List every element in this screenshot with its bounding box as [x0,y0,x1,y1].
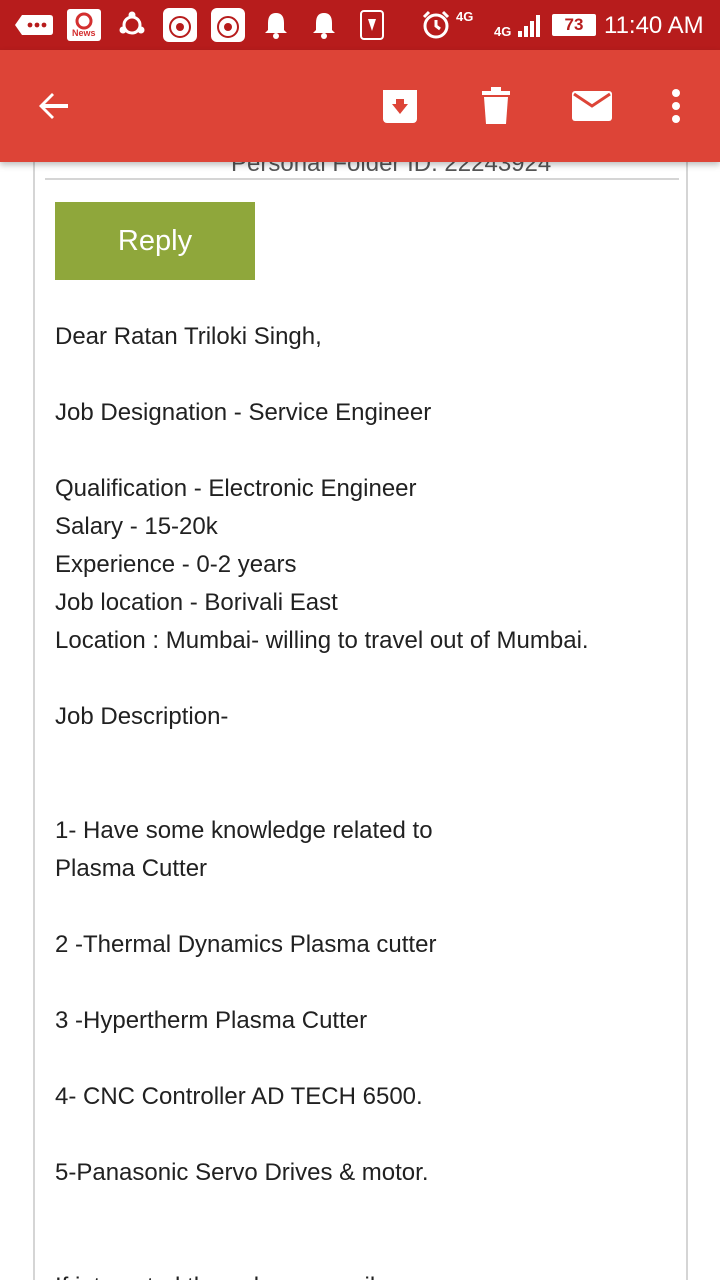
job-location: Job location - Borivali East [55,589,338,616]
job-designation: Job Designation - Service Engineer [55,399,432,426]
mail-icon [572,91,612,121]
news-app-icon: News [66,8,102,42]
app-badge-icon [210,7,246,43]
arrow-back-icon [39,93,68,119]
back-button[interactable] [24,76,84,136]
mark-unread-button[interactable] [562,76,622,136]
status-bar: News 4G 4G 73 11:40 AM [0,0,720,50]
closing-text-partial: If interested then please email [55,1268,675,1280]
signal-icon [514,9,548,41]
status-time: 11:40 AM [604,12,704,39]
requirement-item: 4- CNC Controller AD TECH 6500. [55,1083,423,1110]
battery-indicator: 73 [552,14,596,36]
experience: Experience - 0-2 years [55,551,297,578]
email-toolbar [0,50,720,162]
reply-button[interactable]: Reply [55,202,255,280]
greeting: Dear Ratan Triloki Singh, [55,323,322,350]
requirement-item: Plasma Cutter [55,855,208,882]
more-options-button[interactable] [646,76,706,136]
alarm-icon [420,9,454,41]
location: Location : Mumbai- willing to travel out… [55,627,589,654]
requirement-item: 2 -Thermal Dynamics Plasma cutter [55,931,437,958]
qualification: Qualification - Electronic Engineer [55,475,417,502]
email-body: Dear Ratan Triloki Singh, Job Designatio… [55,318,675,1280]
app-badge-icon [162,7,198,43]
bell-icon [308,9,342,41]
more-vert-icon [672,89,680,123]
requirement-item: 3 -Hypertherm Plasma Cutter [55,1007,368,1034]
chat-bubble-icon [14,9,53,41]
requirement-item: 5-Panasonic Servo Drives & motor. [55,1159,429,1186]
network-type: 4G [456,9,474,24]
email-card: Personal Folder ID: 22243924 Reply Dear … [33,162,688,1280]
phone-app-icon [356,9,390,41]
email-header-partial: Personal Folder ID: 22243924 [45,162,679,180]
share-hub-icon [116,9,150,41]
news-label: News [72,28,96,38]
delete-button[interactable] [466,76,526,136]
job-description-heading: Job Description- [55,703,229,730]
delete-icon [482,87,510,124]
network-type: 4G [494,24,512,39]
email-content[interactable]: Personal Folder ID: 22243924 Reply Dear … [0,162,720,1280]
archive-button[interactable] [370,76,430,136]
bell-icon [260,9,294,41]
archive-icon [383,90,417,123]
salary: Salary - 15-20k [55,513,218,540]
requirement-item: 1- Have some knowledge related to [55,817,433,844]
folder-id-text: Personal Folder ID: 22243924 [231,162,552,177]
